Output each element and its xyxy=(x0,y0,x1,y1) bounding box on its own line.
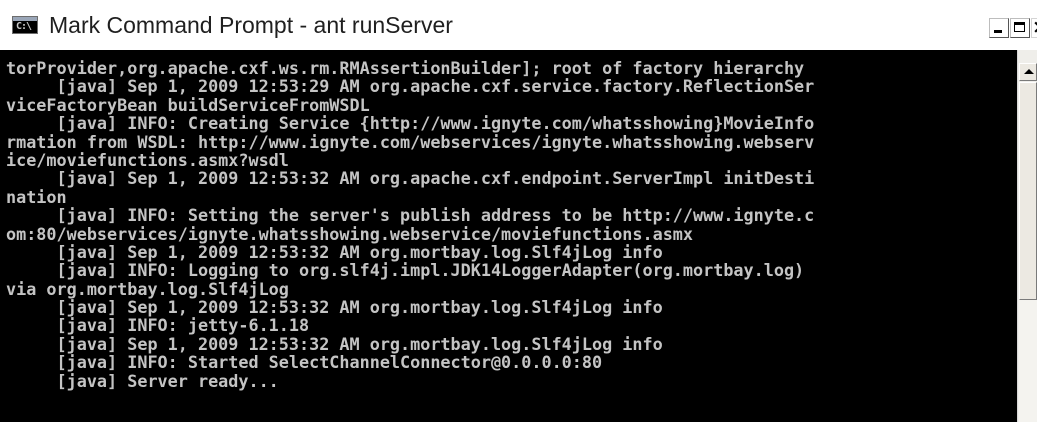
console-output[interactable]: torProvider,org.apache.cxf.ws.rm.RMAsser… xyxy=(0,50,1017,422)
console-line: [java] INFO: Started SelectChannelConnec… xyxy=(6,352,603,373)
window-title: Mark Command Prompt - ant runServer xyxy=(49,12,453,38)
close-icon: × xyxy=(1032,16,1037,38)
console-line: via org.mortbay.log.Slf4jLog xyxy=(6,278,289,299)
scroll-thumb[interactable] xyxy=(1019,82,1037,300)
console-line: [java] Server ready... xyxy=(6,370,279,391)
console-line: [java] Sep 1, 2009 12:53:32 AM org.mortb… xyxy=(6,241,663,262)
console-text: torProvider,org.apache.cxf.ws.rm.RMAsser… xyxy=(6,59,814,390)
vertical-scrollbar[interactable] xyxy=(1017,50,1037,422)
console-line: [java] INFO: Logging to org.slf4j.impl.J… xyxy=(6,260,805,281)
command-prompt-window: C:\ Mark Command Prompt - ant runServer … xyxy=(0,0,1037,422)
command-prompt-icon[interactable]: C:\ xyxy=(12,16,38,34)
console-line: rmation from WSDL: http://www.ignyte.com… xyxy=(6,131,815,152)
console-line: [java] INFO: Creating Service {http://ww… xyxy=(6,113,815,134)
console-line: [java] Sep 1, 2009 12:53:32 AM org.mortb… xyxy=(6,333,663,354)
console-line: [java] Sep 1, 2009 12:53:32 AM org.mortb… xyxy=(6,297,663,318)
icon-glyph: C:\ xyxy=(16,21,32,32)
minimize-button[interactable] xyxy=(989,18,1009,38)
maximize-button[interactable] xyxy=(1010,18,1030,38)
console-line: om:80/webservices/ignyte.whatsshowing.we… xyxy=(6,223,694,244)
console-line: nation xyxy=(6,186,67,207)
console-line: [java] Sep 1, 2009 12:53:32 AM org.apach… xyxy=(6,168,815,189)
console-line: viceFactoryBean buildServiceFromWSDL xyxy=(6,94,370,115)
title-bar[interactable]: C:\ Mark Command Prompt - ant runServer … xyxy=(0,0,1037,50)
console-line: [java] INFO: Setting the server's publis… xyxy=(6,205,815,226)
console-line: [java] Sep 1, 2009 12:53:29 AM org.apach… xyxy=(6,76,815,97)
close-button[interactable]: × xyxy=(1031,16,1037,38)
scroll-up-arrow-icon[interactable] xyxy=(1019,63,1037,81)
console-line: ice/moviefunctions.asmx?wsdl xyxy=(6,149,289,170)
console-line: torProvider,org.apache.cxf.ws.rm.RMAsser… xyxy=(6,58,805,78)
scroll-track[interactable] xyxy=(1019,300,1037,422)
console-line: [java] INFO: jetty-6.1.18 xyxy=(6,315,310,336)
